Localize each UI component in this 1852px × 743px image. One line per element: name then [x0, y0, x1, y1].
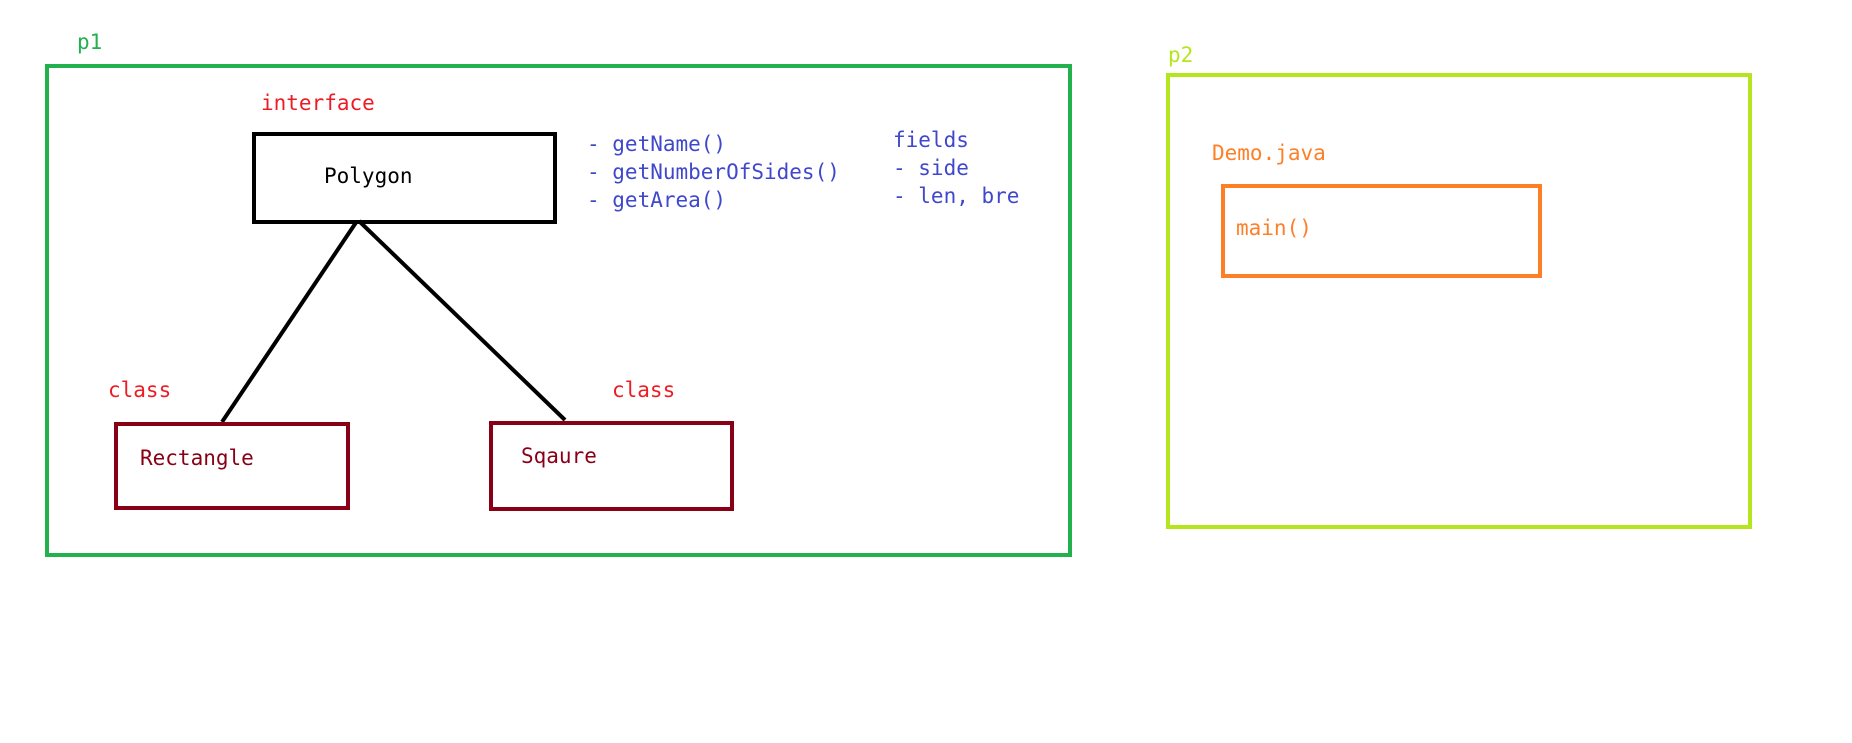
square-name: Sqaure	[521, 444, 597, 468]
square-stereotype-label: class	[612, 378, 676, 402]
connector-polygon-rectangle	[220, 219, 359, 424]
rectangle-stereotype-label: class	[108, 378, 172, 402]
package-p2-label: p2	[1168, 43, 1194, 67]
diagram-canvas: p1 interface Polygon - getName() - getNu…	[0, 0, 1852, 743]
rectangle-name: Rectangle	[140, 446, 254, 470]
demo-filename-label: Demo.java	[1212, 141, 1326, 165]
connector-polygon-square	[357, 219, 567, 422]
demo-main-method: main()	[1236, 216, 1312, 240]
